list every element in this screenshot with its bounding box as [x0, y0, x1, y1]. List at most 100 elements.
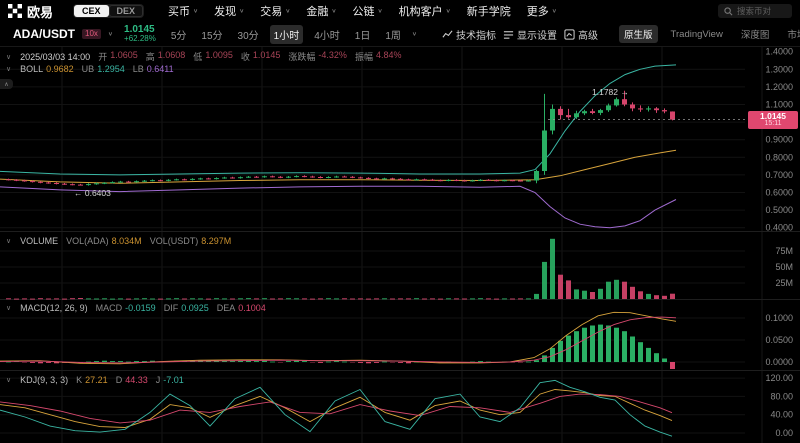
svg-text:50M: 50M [775, 262, 793, 272]
indicator-zigzag-icon [442, 29, 453, 40]
timeframe-15m[interactable]: 15分 [197, 25, 226, 44]
chevron-down-icon: ∨ [446, 8, 451, 14]
badge-countdown: 15:11 [765, 120, 782, 128]
menu-academy[interactable]: 新手学院 [467, 3, 511, 19]
timeframe-4h[interactable]: 4小时 [310, 25, 344, 44]
timeframe-more-chevron-icon[interactable]: ∨ [412, 31, 417, 37]
chart-view-tabs: 原生版 TradingView 深度图 市场 交易 [619, 17, 800, 51]
menu-chain[interactable]: 公链∨ [353, 3, 383, 19]
last-price-block: 1.0145 +62.28% [124, 25, 156, 43]
collapse-chevron-icon[interactable]: ∨ [6, 237, 11, 245]
vol-quote-value: 8.297M [201, 236, 231, 246]
pair-name[interactable]: ADA/USDT [13, 27, 75, 41]
dif-value: 0.0925 [181, 303, 209, 313]
last-price: 1.0145 [124, 25, 156, 34]
collapse-chevron-icon[interactable]: ∨ [6, 53, 11, 61]
tab-depth-chart[interactable]: 深度图 [736, 25, 775, 43]
svg-text:120.00: 120.00 [765, 373, 793, 383]
ub-value: 1.2954 [97, 64, 125, 74]
svg-text:80.00: 80.00 [770, 391, 793, 401]
svg-text:40.00: 40.00 [770, 410, 793, 420]
svg-text:0.0500: 0.0500 [765, 335, 793, 345]
timeframe-1w[interactable]: 1周 [381, 25, 405, 44]
svg-text:0.5000: 0.5000 [765, 205, 793, 215]
price-change-percent: +62.28% [124, 34, 156, 43]
svg-text:1.1000: 1.1000 [765, 100, 793, 110]
toggle-dex[interactable]: DEX [109, 5, 144, 17]
svg-text:0.4000: 0.4000 [765, 223, 793, 233]
low-value: 1.0095 [205, 50, 233, 63]
search-icon [724, 7, 733, 16]
chevron-down-icon: ∨ [552, 8, 557, 14]
search-input[interactable]: 搜索币对 [718, 4, 792, 18]
chevron-down-icon: ∨ [193, 8, 198, 14]
svg-text:0.1000: 0.1000 [765, 313, 793, 323]
svg-text:1.2000: 1.2000 [765, 82, 793, 92]
drawing-toolbar-handle[interactable]: ∧ [0, 79, 13, 89]
svg-text:0.0000: 0.0000 [765, 357, 793, 367]
badge-price: 1.0145 [760, 112, 786, 120]
collapse-chevron-icon[interactable]: ∨ [6, 376, 11, 384]
macd-indicator-row: ∨ MACD(12, 26, 9) MACD-0.0159 DIF0.0925 … [6, 303, 266, 313]
amplitude-value: 4.84% [376, 50, 402, 63]
k-value: 27.21 [85, 375, 108, 385]
svg-text:0.6000: 0.6000 [765, 188, 793, 198]
tab-native-chart[interactable]: 原生版 [619, 25, 658, 43]
lb-value: 0.6411 [147, 64, 174, 74]
tab-market[interactable]: 市场 [782, 25, 800, 43]
settings-list-icon [503, 29, 514, 40]
collapse-chevron-icon[interactable]: ∨ [6, 65, 11, 73]
main-menu: 买币∨ 发现∨ 交易∨ 金融∨ 公链∨ 机构客户∨ 新手学院 更多∨ [168, 3, 557, 19]
chevron-down-icon: ∨ [331, 8, 336, 14]
chevron-down-icon: ∨ [239, 8, 244, 14]
ohlc-info-row: ∨ 2025/03/03 14:00 开1.0605 高1.0608 低1.00… [6, 50, 401, 63]
open-value: 1.0605 [110, 50, 138, 63]
boll-indicator-row: ∨ BOLL0.9682 UB1.2954 LB0.6411 [6, 64, 174, 74]
tab-tradingview[interactable]: TradingView [666, 27, 728, 42]
advanced-button[interactable]: 高级 [564, 27, 598, 42]
menu-institutional[interactable]: 机构客户∨ [399, 3, 451, 19]
timeframe-5m[interactable]: 5分 [167, 25, 191, 44]
svg-text:1.3000: 1.3000 [765, 64, 793, 74]
menu-more[interactable]: 更多∨ [527, 3, 557, 19]
high-price-marker: 1.1782 → [592, 87, 629, 97]
svg-text:25M: 25M [775, 278, 793, 288]
collapse-chevron-icon[interactable]: ∨ [6, 304, 11, 312]
j-value: -7.01 [163, 375, 184, 385]
last-price-badge: 1.0145 15:11 [748, 111, 798, 129]
symbol-toolbar: ADA/USDT 10x ∨ 1.0145 +62.28% 5分 15分 30分… [0, 22, 800, 47]
close-value: 1.0145 [253, 50, 281, 63]
dea-value: 0.1004 [238, 303, 266, 313]
timeframe-1d[interactable]: 1日 [351, 25, 375, 44]
chevron-down-icon: ∨ [285, 8, 290, 14]
advanced-chart-icon [564, 29, 575, 40]
timeframe-1h[interactable]: 1小时 [270, 25, 304, 44]
timeframe-30m[interactable]: 30分 [234, 25, 263, 44]
toggle-cex[interactable]: CEX [74, 5, 109, 17]
display-settings-button[interactable]: 显示设置 [503, 27, 557, 42]
svg-text:0.9000: 0.9000 [765, 135, 793, 145]
svg-text:0.7000: 0.7000 [765, 170, 793, 180]
menu-discover[interactable]: 发现∨ [214, 3, 244, 19]
d-value: 44.33 [125, 375, 148, 385]
indicators-button[interactable]: 技术指标 [442, 27, 496, 42]
menu-finance[interactable]: 金融∨ [306, 3, 336, 19]
boll-value: 0.9682 [46, 64, 74, 74]
kdj-indicator-row: ∨ KDJ(9, 3, 3) K27.21 D44.33 J-7.01 [6, 375, 184, 385]
svg-text:0.8000: 0.8000 [765, 152, 793, 162]
okx-logo-icon [8, 4, 22, 18]
okx-logo[interactable]: 欧易 [8, 2, 53, 21]
menu-buy-crypto[interactable]: 买币∨ [168, 3, 198, 19]
pair-chevron-down-icon[interactable]: ∨ [108, 31, 113, 37]
high-value: 1.0608 [158, 50, 186, 63]
svg-text:0.00: 0.00 [775, 428, 793, 438]
change-value: -4.32% [318, 50, 347, 63]
candle-datetime: 2025/03/03 14:00 [20, 52, 90, 62]
search-placeholder: 搜索币对 [737, 5, 771, 17]
leverage-badge[interactable]: 10x [82, 29, 101, 39]
logo-text: 欧易 [27, 2, 53, 21]
cex-dex-toggle[interactable]: CEX DEX [73, 4, 144, 18]
svg-text:75M: 75M [775, 246, 793, 256]
volume-indicator-row: ∨ VOLUME VOL(ADA)8.034M VOL(USDT)8.297M [6, 236, 231, 246]
menu-trade[interactable]: 交易∨ [260, 3, 290, 19]
